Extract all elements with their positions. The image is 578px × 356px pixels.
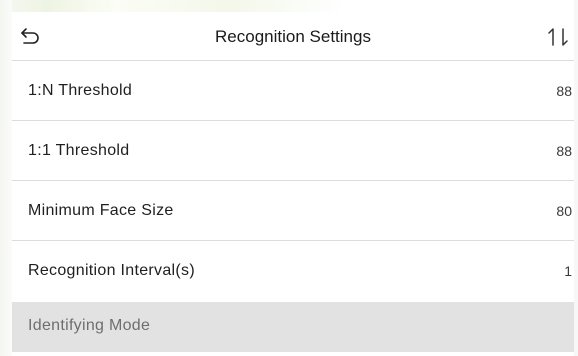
setting-value: 1 (564, 263, 572, 279)
setting-row-1n-threshold[interactable]: 1:N Threshold 88 (12, 61, 574, 121)
page-title: Recognition Settings (215, 27, 371, 46)
header-bar: Recognition Settings (12, 12, 574, 61)
list-continuation (12, 352, 574, 356)
device-background-right (574, 0, 578, 356)
setting-label: 1:N Threshold (28, 82, 133, 99)
setting-value: 88 (556, 83, 572, 99)
setting-value: 88 (556, 143, 572, 159)
setting-row-11-threshold[interactable]: 1:1 Threshold 88 (12, 121, 574, 181)
section-header-identifying-mode: Identifying Mode (12, 302, 574, 352)
device-background-left (0, 0, 12, 356)
section-label: Identifying Mode (28, 317, 151, 334)
device-frame: Recognition Settings 1:N Threshold 88 1:… (0, 0, 578, 356)
sort-icon (548, 28, 568, 46)
device-background-top (0, 0, 578, 12)
setting-label: Minimum Face Size (28, 202, 174, 219)
setting-label: 1:1 Threshold (28, 142, 130, 159)
setting-value: 80 (556, 203, 572, 219)
setting-row-minimum-face-size[interactable]: Minimum Face Size 80 (12, 181, 574, 241)
setting-row-recognition-interval[interactable]: Recognition Interval(s) 1 (12, 241, 574, 302)
recognition-settings-screen: Recognition Settings 1:N Threshold 88 1:… (12, 12, 574, 356)
setting-label: Recognition Interval(s) (28, 262, 195, 279)
sort-button[interactable] (544, 24, 574, 50)
